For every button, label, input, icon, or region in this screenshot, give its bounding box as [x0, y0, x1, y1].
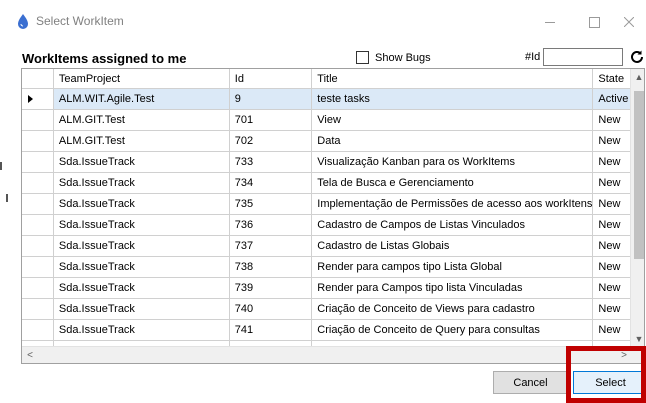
- table-row[interactable]: Sda.IssueTrack 735 Implementação de Permis…: [22, 193, 644, 215]
- row-header[interactable]: [22, 130, 54, 152]
- cell-title[interactable]: Visualização Kanban para os WorkItems: [311, 151, 594, 173]
- cell-teamproject[interactable]: ALM.WIT.Agile.Test: [53, 88, 230, 110]
- table-row[interactable]: Sda.IssueTrack 737 Cadastro de Listas Glob…: [22, 235, 644, 257]
- refresh-icon: [631, 50, 643, 63]
- cell-teamproject[interactable]: Sda.IssueTrack: [53, 319, 230, 341]
- table-row[interactable]: ALM.GIT.Test 701 View New: [22, 109, 644, 131]
- vertical-scroll-thumb[interactable]: [634, 91, 644, 259]
- table-row[interactable]: Sda.IssueTrack 736 Cadastro de Campos de L…: [22, 214, 644, 236]
- window-title: Select WorkItem: [36, 14, 124, 28]
- cell-id[interactable]: 735: [229, 193, 313, 215]
- cell-teamproject[interactable]: Sda.IssueTrack: [53, 151, 230, 173]
- cell-teamproject[interactable]: ALM.GIT.Test: [53, 109, 230, 131]
- row-header[interactable]: [22, 256, 54, 278]
- show-bugs-checkbox[interactable]: Show Bugs: [356, 51, 431, 64]
- row-header[interactable]: [22, 109, 54, 131]
- table-row[interactable]: Sda.IssueTrack 733 Visualização Kanban par…: [22, 151, 644, 173]
- close-button[interactable]: [612, 8, 646, 36]
- table-row[interactable]: Sda.IssueTrack 734 Tela de Busca e Gerenci…: [22, 172, 644, 194]
- table-header-row: TeamProject Id Title State: [22, 69, 644, 89]
- show-bugs-label: Show Bugs: [375, 51, 431, 64]
- row-header[interactable]: [22, 277, 54, 299]
- row-header[interactable]: [22, 298, 54, 320]
- vertical-scrollbar[interactable]: ▲ ▼: [630, 69, 644, 347]
- scroll-right-arrow-icon[interactable]: >: [616, 347, 632, 363]
- table-row[interactable]: Sda.IssueTrack 740 Criação de Conceito de …: [22, 298, 644, 320]
- title-bar: Select WorkItem: [0, 0, 646, 44]
- cell-title[interactable]: Cadastro de Listas Globais: [311, 235, 594, 257]
- refresh-button[interactable]: [628, 48, 646, 66]
- cell-title[interactable]: Criação de Conceito de Views para cadast…: [311, 298, 594, 320]
- cell-title[interactable]: teste tasks: [311, 88, 594, 110]
- cell-id[interactable]: 741: [229, 319, 313, 341]
- cell-title[interactable]: Implementação de Permissões de acesso ao…: [311, 193, 594, 215]
- cell-id[interactable]: 740: [229, 298, 313, 320]
- current-row-arrow-icon: [28, 95, 33, 103]
- cell-teamproject[interactable]: ALM.GIT.Test: [53, 130, 230, 152]
- scroll-left-arrow-icon[interactable]: <: [22, 347, 38, 363]
- id-label: #Id: [525, 51, 541, 63]
- table-row[interactable]: ALM.GIT.Test 702 Data New: [22, 130, 644, 152]
- cell-teamproject[interactable]: Sda.IssueTrack: [53, 235, 230, 257]
- cell-title[interactable]: Render para Campos tipo lista Vinculadas: [311, 277, 594, 299]
- workitems-table: TeamProject Id Title State ALM.WIT.Agile…: [22, 69, 644, 362]
- minimize-icon: [545, 21, 555, 23]
- cell-id[interactable]: 738: [229, 256, 313, 278]
- window-edge-mark: [0, 162, 2, 170]
- table-row[interactable]: ALM.WIT.Agile.Test 9 teste tasks Active: [22, 88, 644, 110]
- column-header-title[interactable]: Title: [311, 69, 594, 89]
- row-header[interactable]: [22, 319, 54, 341]
- id-search-input[interactable]: [543, 48, 623, 66]
- cell-id[interactable]: 739: [229, 277, 313, 299]
- select-workitem-dialog: Select WorkItem WorkItems assigned to me…: [0, 0, 646, 403]
- minimize-button[interactable]: [530, 8, 570, 36]
- cell-title[interactable]: Criação de Conceito de Query para consul…: [311, 319, 594, 341]
- cell-teamproject[interactable]: Sda.IssueTrack: [53, 256, 230, 278]
- cell-title[interactable]: Cadastro de Campos de Listas Vinculados: [311, 214, 594, 236]
- cell-id[interactable]: 734: [229, 172, 313, 194]
- workitems-grid: TeamProject Id Title State ALM.WIT.Agile…: [21, 68, 645, 364]
- workitems-heading: WorkItems assigned to me: [22, 51, 187, 66]
- horizontal-scrollbar[interactable]: < >: [22, 346, 644, 363]
- scroll-down-arrow-icon[interactable]: ▼: [631, 331, 644, 347]
- cell-title[interactable]: Data: [311, 130, 594, 152]
- cell-id[interactable]: 736: [229, 214, 313, 236]
- cell-id[interactable]: 737: [229, 235, 313, 257]
- cell-teamproject[interactable]: Sda.IssueTrack: [53, 214, 230, 236]
- maximize-icon: [588, 16, 600, 28]
- cell-id[interactable]: 701: [229, 109, 313, 131]
- row-header-corner: [22, 69, 54, 89]
- table-row[interactable]: Sda.IssueTrack 738 Render para campos tipo…: [22, 256, 644, 278]
- row-header[interactable]: [22, 151, 54, 173]
- checkbox-box[interactable]: [356, 51, 369, 64]
- column-header-teamproject[interactable]: TeamProject: [53, 69, 230, 89]
- row-header[interactable]: [22, 88, 54, 110]
- cell-title[interactable]: View: [311, 109, 594, 131]
- cell-title[interactable]: Render para campos tipo Lista Global: [311, 256, 594, 278]
- close-icon: [624, 17, 634, 27]
- cancel-button[interactable]: Cancel: [493, 371, 568, 394]
- app-drop-icon: [18, 14, 28, 29]
- cell-id[interactable]: 702: [229, 130, 313, 152]
- cell-teamproject[interactable]: Sda.IssueTrack: [53, 277, 230, 299]
- column-header-id[interactable]: Id: [229, 69, 313, 89]
- cell-id[interactable]: 733: [229, 151, 313, 173]
- row-header[interactable]: [22, 193, 54, 215]
- row-header[interactable]: [22, 214, 54, 236]
- row-header[interactable]: [22, 235, 54, 257]
- scroll-up-arrow-icon[interactable]: ▲: [631, 69, 644, 85]
- cell-id[interactable]: 9: [229, 88, 313, 110]
- table-row[interactable]: Sda.IssueTrack 741 Criação de Conceito de …: [22, 319, 644, 341]
- cell-teamproject[interactable]: Sda.IssueTrack: [53, 193, 230, 215]
- cell-title[interactable]: Tela de Busca e Gerenciamento: [311, 172, 594, 194]
- maximize-button[interactable]: [574, 8, 614, 36]
- row-header[interactable]: [22, 172, 54, 194]
- window-edge-mark: [6, 194, 8, 202]
- cell-teamproject[interactable]: Sda.IssueTrack: [53, 298, 230, 320]
- cell-teamproject[interactable]: Sda.IssueTrack: [53, 172, 230, 194]
- table-row[interactable]: Sda.IssueTrack 739 Render para Campos tipo…: [22, 277, 644, 299]
- select-button[interactable]: Select: [573, 371, 646, 394]
